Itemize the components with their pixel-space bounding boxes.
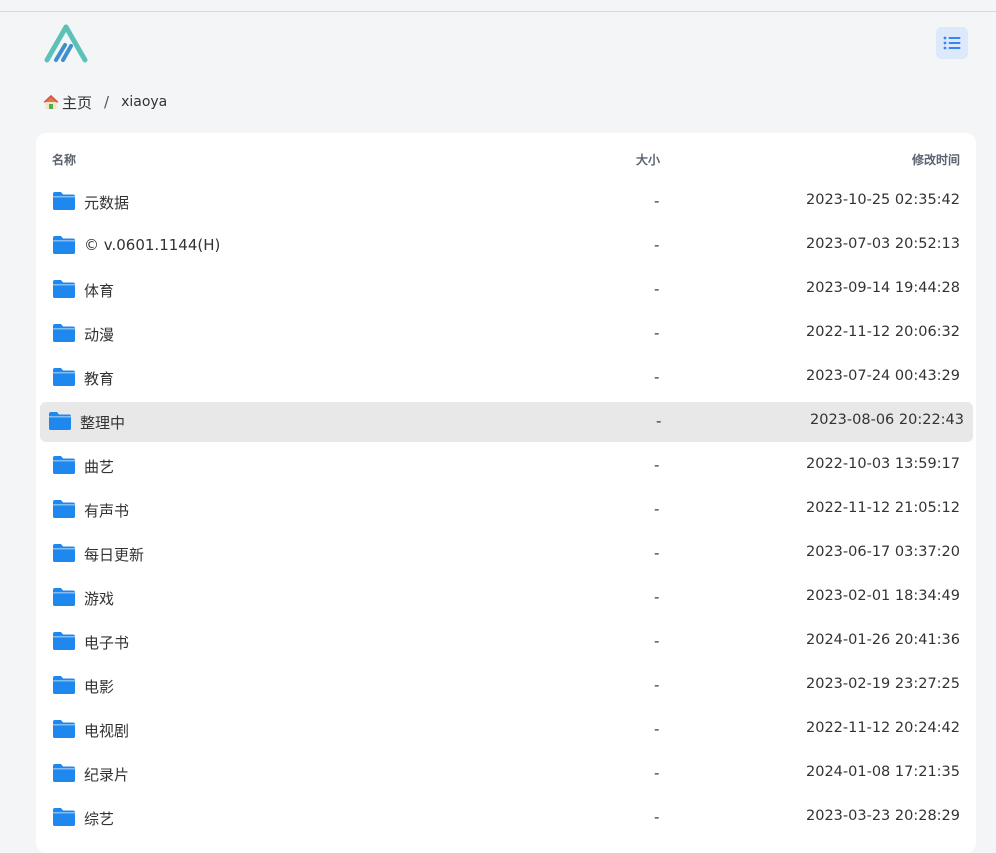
file-modified: 2023-10-25 02:35:42	[806, 192, 960, 208]
layout-toggle-button[interactable]	[936, 27, 968, 59]
file-name: 电视剧	[84, 722, 130, 740]
file-size: -	[654, 236, 660, 254]
file-name: 电子书	[84, 634, 130, 652]
file-name: 整理中	[80, 414, 126, 432]
file-name: 动漫	[84, 326, 115, 344]
file-modified: 2023-07-03 20:52:13	[806, 236, 960, 252]
breadcrumb: 主页 / xiaoya	[42, 91, 167, 113]
folder-icon	[53, 500, 75, 518]
table-row[interactable]: 元数据 - 2023-10-25 02:35:42	[36, 180, 976, 224]
file-list-header: 名称 大小 修改时间	[36, 147, 976, 171]
table-row[interactable]: 电影 - 2023-02-19 23:27:25	[36, 664, 976, 708]
file-name: 体育	[84, 282, 115, 300]
table-row[interactable]: 教育 - 2023-07-24 00:43:29	[36, 356, 976, 400]
file-size: -	[654, 676, 660, 694]
file-modified: 2022-11-12 20:06:32	[806, 324, 960, 340]
file-name: 曲艺	[84, 458, 115, 476]
file-size: -	[654, 808, 660, 826]
file-modified: 2023-07-24 00:43:29	[806, 368, 960, 384]
breadcrumb-separator: /	[104, 93, 110, 111]
table-row[interactable]: 每日更新 - 2023-06-17 03:37:20	[36, 532, 976, 576]
file-size: -	[654, 764, 660, 782]
file-size: -	[656, 412, 662, 430]
file-list-rows: 元数据 - 2023-10-25 02:35:42 © v.0601.1144(H) -…	[36, 180, 976, 840]
file-modified: 2023-09-14 19:44:28	[806, 280, 960, 296]
table-row[interactable]: 综艺 - 2023-03-23 20:28:29	[36, 796, 976, 840]
breadcrumb-home-link[interactable]: 主页	[42, 92, 92, 113]
folder-icon	[49, 412, 71, 430]
file-size: -	[654, 192, 660, 210]
file-name: 每日更新	[84, 546, 145, 564]
folder-icon	[53, 720, 75, 738]
file-size: -	[654, 588, 660, 606]
column-header-size[interactable]: 大小	[636, 151, 660, 168]
file-size: -	[654, 280, 660, 298]
file-modified: 2024-01-26 20:41:36	[806, 632, 960, 648]
file-name: 纪录片	[84, 766, 130, 784]
folder-icon	[53, 368, 75, 386]
file-modified: 2024-01-08 17:21:35	[806, 764, 960, 780]
table-row[interactable]: 电视剧 - 2022-11-12 20:24:42	[36, 708, 976, 752]
table-row[interactable]: 有声书 - 2022-11-12 21:05:12	[36, 488, 976, 532]
house-icon	[43, 95, 59, 109]
file-size: -	[654, 368, 660, 386]
column-header-modified[interactable]: 修改时间	[912, 151, 960, 168]
file-size: -	[654, 632, 660, 650]
file-modified: 2023-08-06 20:22:43	[810, 412, 964, 428]
folder-icon	[53, 632, 75, 650]
column-header-name[interactable]: 名称	[52, 151, 76, 168]
list-view-icon	[943, 36, 961, 50]
file-modified: 2023-06-17 03:37:20	[806, 544, 960, 560]
file-name: 综艺	[84, 810, 115, 828]
file-size: -	[654, 456, 660, 474]
breadcrumb-current[interactable]: xiaoya	[121, 94, 167, 110]
file-name: 教育	[84, 370, 115, 388]
table-row[interactable]: 体育 - 2023-09-14 19:44:28	[36, 268, 976, 312]
file-list-panel: 名称 大小 修改时间 元数据 - 2023-10-25 02:35:42 © v.06…	[36, 133, 976, 853]
file-modified: 2022-11-12 21:05:12	[806, 500, 960, 516]
folder-icon	[53, 588, 75, 606]
alist-logo-icon[interactable]	[44, 24, 88, 64]
file-modified: 2023-02-19 23:27:25	[806, 676, 960, 692]
file-modified: 2023-03-23 20:28:29	[806, 808, 960, 824]
file-name: 有声书	[84, 502, 130, 520]
folder-icon	[53, 280, 75, 298]
table-row[interactable]: 纪录片 - 2024-01-08 17:21:35	[36, 752, 976, 796]
file-size: -	[654, 544, 660, 562]
file-modified: 2023-02-01 18:34:49	[806, 588, 960, 604]
folder-icon	[53, 236, 75, 254]
breadcrumb-home-label: 主页	[62, 93, 93, 112]
file-size: -	[654, 720, 660, 738]
file-name: 元数据	[84, 194, 130, 212]
file-modified: 2022-11-12 20:24:42	[806, 720, 960, 736]
table-row[interactable]: 电子书 - 2024-01-26 20:41:36	[36, 620, 976, 664]
table-row[interactable]: 动漫 - 2022-11-12 20:06:32	[36, 312, 976, 356]
file-size: -	[654, 324, 660, 342]
file-name: © v.0601.1144(H)	[84, 236, 221, 254]
table-row[interactable]: 曲艺 - 2022-10-03 13:59:17	[36, 444, 976, 488]
folder-icon	[53, 764, 75, 782]
table-row[interactable]: 整理中 - 2023-08-06 20:22:43	[36, 400, 976, 444]
folder-icon	[53, 676, 75, 694]
folder-icon	[53, 192, 75, 210]
folder-icon	[53, 324, 75, 342]
window-top-edge	[0, 0, 996, 12]
folder-icon	[53, 544, 75, 562]
folder-icon	[53, 808, 75, 826]
file-name: 电影	[84, 678, 115, 696]
folder-icon	[53, 456, 75, 474]
file-name: 游戏	[84, 590, 115, 608]
table-row[interactable]: 游戏 - 2023-02-01 18:34:49	[36, 576, 976, 620]
table-row[interactable]: © v.0601.1144(H) - 2023-07-03 20:52:13	[36, 224, 976, 268]
file-size: -	[654, 500, 660, 518]
file-modified: 2022-10-03 13:59:17	[806, 456, 960, 472]
